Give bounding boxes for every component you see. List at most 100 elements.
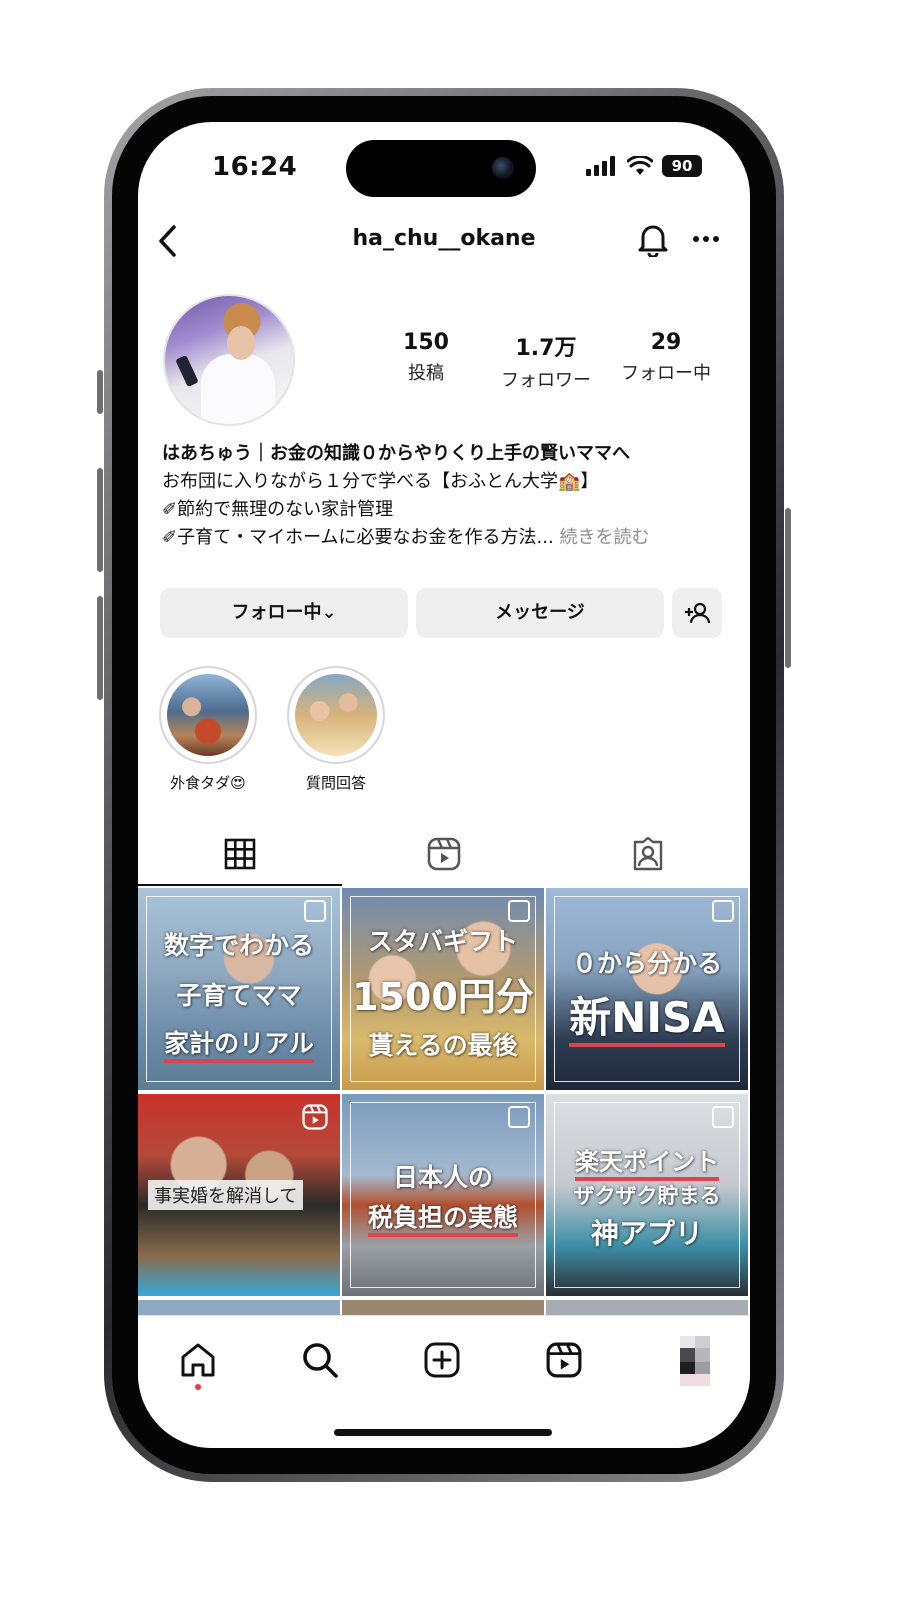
- stat-following[interactable]: 29 フォロー中: [606, 330, 726, 392]
- status-time: 16:24: [212, 152, 298, 182]
- tile-frame: [350, 1102, 536, 1288]
- tile-text: スタバギフト: [367, 927, 518, 956]
- nav-create[interactable]: [418, 1336, 466, 1384]
- bottom-tab-bar: [138, 1315, 750, 1448]
- post-tile[interactable]: 日本人の 税負担の実態: [342, 1094, 544, 1296]
- suggest-people-button[interactable]: [672, 588, 722, 638]
- home-indicator: [334, 1429, 552, 1436]
- tile-text-line: 税負担の実態: [367, 1203, 518, 1237]
- avatar-pixel: [695, 1348, 710, 1362]
- tile-text: ０から分かる: [571, 949, 722, 978]
- create-icon: [424, 1342, 460, 1378]
- highlight-ring: [159, 666, 257, 764]
- nav-home[interactable]: [174, 1336, 222, 1384]
- notification-dot: [195, 1384, 201, 1390]
- wifi-icon: [627, 156, 653, 175]
- tab-reels[interactable]: [342, 822, 546, 886]
- tile-text: 神アプリ: [590, 1217, 703, 1250]
- reels-icon: [546, 1342, 582, 1378]
- bio-line: ✐子育て・マイホームに必要なお金を作る方法...: [162, 527, 554, 548]
- highlight-item[interactable]: 質問回答: [286, 666, 386, 793]
- tile-text: 子育てママ: [176, 981, 302, 1010]
- avatar-figure: [201, 354, 275, 424]
- dynamic-island: [346, 140, 536, 197]
- bio-line-last: ✐子育て・マイホームに必要なお金を作る方法... 続きを読む: [162, 524, 732, 552]
- carousel-icon: [712, 900, 734, 922]
- bio-name: はあちゅう｜お金の知識０からやりくり上手の賢いママへ: [162, 443, 630, 464]
- nav-profile-avatar[interactable]: [680, 1336, 710, 1386]
- tile-text: 数字でわかる: [163, 931, 314, 960]
- highlight-ring: [287, 666, 385, 764]
- battery-indicator: 90: [662, 155, 702, 177]
- bio-line: ✐節約で無理のない家計管理: [162, 499, 394, 520]
- stat-label: フォロワー: [501, 370, 591, 391]
- read-more-link[interactable]: 続きを読む: [559, 527, 649, 548]
- action-button: [97, 370, 103, 414]
- following-button[interactable]: フォロー中⌄: [160, 588, 408, 638]
- bell-icon: [638, 225, 668, 259]
- profile-bio: はあちゅう｜お金の知識０からやりくり上手の賢いママへ お布団に入りながら１分で学…: [162, 440, 732, 552]
- stat-label: フォロー中: [621, 363, 711, 384]
- bio-line: お布団に入りながら１分で学べる【おふとん大学🏫】: [162, 471, 599, 492]
- stat-value: 150: [403, 330, 449, 355]
- reels-icon: [427, 837, 461, 871]
- tagged-icon: [633, 837, 663, 871]
- post-tile[interactable]: 事実婚を解消して: [138, 1094, 340, 1296]
- signal-icon: [586, 156, 615, 176]
- more-options-button[interactable]: [692, 228, 720, 247]
- highlight-label: 質問回答: [305, 774, 366, 792]
- stat-followers[interactable]: 1.7万 フォロワー: [486, 330, 606, 392]
- post-tile[interactable]: スタバギフト 1500円分 貰えるの最後: [342, 888, 544, 1090]
- tile-text: 新NISA: [546, 984, 748, 1047]
- grid-icon: [224, 838, 256, 870]
- message-button[interactable]: メッセージ: [416, 588, 664, 638]
- screen: 16:24 90 ha_chu__okane 150 投稿 1.7万 フォロワー…: [138, 122, 750, 1448]
- stat-label: 投稿: [408, 363, 444, 384]
- carousel-icon: [508, 1106, 530, 1128]
- avatar-phone: [175, 354, 199, 388]
- tile-text: 家計のリアル: [138, 1024, 340, 1063]
- profile-actions: フォロー中⌄ メッセージ: [160, 588, 726, 638]
- tile-text: 楽天ポイント: [546, 1142, 748, 1181]
- avatar-pixel: [680, 1336, 695, 1348]
- tab-tagged[interactable]: [546, 822, 750, 886]
- highlight-cover: [295, 674, 377, 756]
- tab-posts[interactable]: [138, 822, 342, 886]
- stat-value: 29: [650, 330, 682, 355]
- profile-header: ha_chu__okane: [138, 218, 750, 262]
- power-button: [785, 508, 791, 668]
- post-tile[interactable]: 数字でわかる 子育てママ 家計のリアル: [138, 888, 340, 1090]
- volume-down-button: [97, 596, 103, 700]
- add-person-icon: [685, 602, 711, 624]
- post-tile[interactable]: 楽天ポイント ザクザク貯まる 神アプリ: [546, 1094, 748, 1296]
- carousel-icon: [304, 900, 326, 922]
- stat-posts[interactable]: 150 投稿: [366, 330, 486, 392]
- tile-text-line: 楽天ポイント: [575, 1148, 719, 1181]
- profile-stats: 150 投稿 1.7万 フォロワー 29 フォロー中: [366, 330, 726, 392]
- status-icons: 90: [586, 155, 702, 177]
- tile-caption-box: 事実婚を解消して: [148, 1180, 304, 1210]
- more-horizontal-icon: [693, 236, 719, 242]
- avatar-pixel: [695, 1336, 710, 1348]
- profile-tabs: [138, 822, 750, 888]
- notifications-button[interactable]: [636, 221, 670, 261]
- tile-text: 税負担の実態: [342, 1198, 544, 1237]
- tile-text: 事実婚を解消して: [154, 1186, 298, 1207]
- avatar-pixel: [680, 1348, 695, 1362]
- avatar-pixel: [680, 1362, 695, 1374]
- search-icon: [303, 1343, 338, 1378]
- highlight-item[interactable]: 外食タダ😍: [158, 666, 258, 793]
- tile-text-line: 家計のリアル: [164, 1029, 314, 1063]
- camera-icon: [492, 157, 514, 179]
- carousel-icon: [508, 900, 530, 922]
- carousel-icon: [712, 1106, 734, 1128]
- nav-reels[interactable]: [540, 1336, 588, 1384]
- avatar-pixel: [695, 1362, 710, 1374]
- post-tile[interactable]: ０から分かる 新NISA: [546, 888, 748, 1090]
- nav-search[interactable]: [296, 1336, 344, 1384]
- reels-icon: [302, 1104, 328, 1130]
- avatar-face: [227, 326, 255, 360]
- stat-value: 1.7万: [515, 336, 577, 361]
- tile-text-line: 新NISA: [569, 993, 725, 1047]
- avatar[interactable]: [163, 294, 295, 426]
